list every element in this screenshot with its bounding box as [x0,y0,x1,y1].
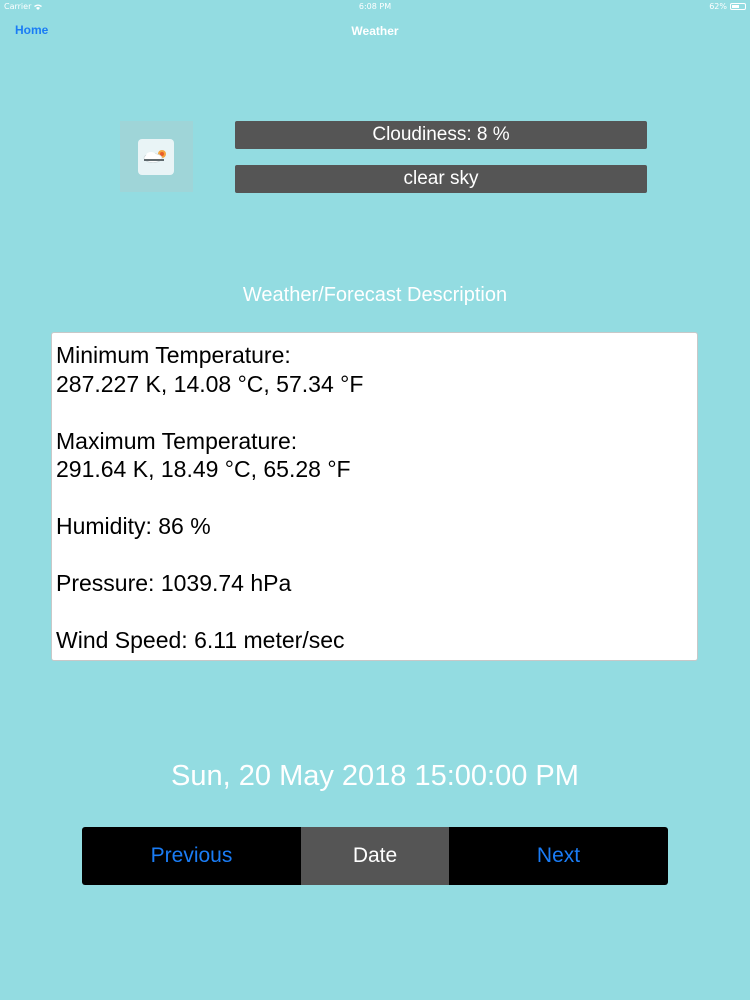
forecast-details-box[interactable]: Minimum Temperature: 287.227 K, 14.08 °C… [51,332,698,661]
weather-icon-tile [120,121,193,192]
forecast-date: Sun, 20 May 2018 15:00:00 PM [171,760,579,792]
status-time: 6:08 PM [358,2,392,11]
next-button[interactable]: Next [449,827,668,885]
weather-description-bar: clear sky [235,165,647,193]
previous-button[interactable]: Previous [82,827,301,885]
date-button[interactable]: Date [301,827,449,885]
status-bar: Carrier 6:08 PM 62% [0,0,750,14]
min-temp-value: 287.227 K, 14.08 °C, 57.34 °F [56,370,364,397]
navigation-segmented-control: Previous Date Next [82,827,668,885]
partly-cloudy-icon [138,139,174,175]
battery-percent: 62% [709,2,727,11]
battery-icon [730,3,746,10]
min-temp-label: Minimum Temperature: [56,342,291,368]
status-battery: 62% [709,2,746,11]
humidity-line: Humidity: 86 % [56,513,211,539]
nav-title: Weather [351,24,399,38]
battery-fill [732,5,739,8]
section-title: Weather/Forecast Description [242,284,508,306]
pressure-line: Pressure: 1039.74 hPa [56,570,292,596]
wind-speed-line: Wind Speed: 6.11 meter/sec [56,627,345,653]
max-temp-label: Maximum Temperature: [56,427,298,454]
cloudiness-bar: Cloudiness: 8 % [235,121,647,149]
max-temp-value: 291.64 K, 18.49 °C, 65.28 °F [56,456,351,482]
